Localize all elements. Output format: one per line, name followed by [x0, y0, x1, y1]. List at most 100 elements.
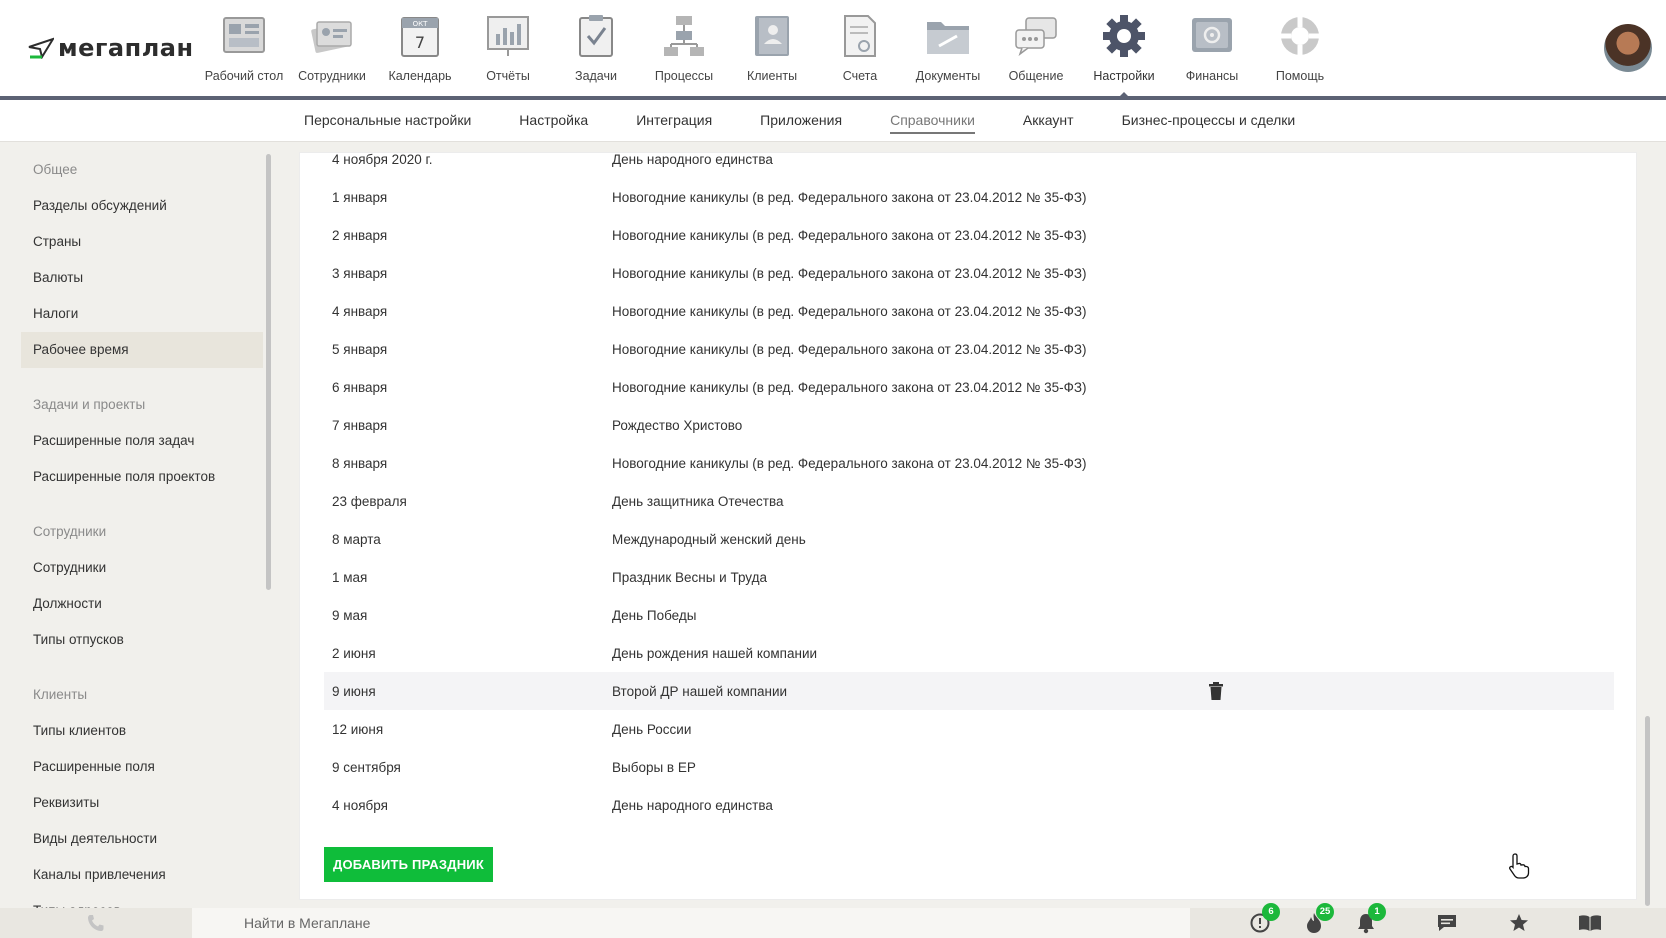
sidebar-item-address-types[interactable]: Типы адресов	[0, 893, 272, 908]
nav-settings[interactable]: Настройки	[1080, 12, 1168, 98]
top-bar: мегаплан Рабочий стол Сотрудники ОКТ 7 Ка…	[0, 0, 1666, 98]
holiday-row[interactable]: 23 февраля День защитника Отечества	[324, 482, 1614, 520]
holiday-row[interactable]: 4 января Новогодние каникулы (в ред. Феде…	[324, 292, 1614, 330]
nav-reports[interactable]: Отчёты	[464, 12, 552, 83]
nav-label: Отчёты	[486, 69, 530, 83]
trash-icon[interactable]	[1207, 681, 1225, 701]
messages-button[interactable]	[1435, 912, 1459, 934]
holiday-name: Выборы в ЕР	[612, 759, 696, 775]
sidebar-item-currencies[interactable]: Валюты	[0, 260, 272, 296]
sidebar-item-requisites[interactable]: Реквизиты	[0, 785, 272, 821]
holiday-row[interactable]: 8 марта Международный женский день	[324, 520, 1614, 558]
alerts-button[interactable]: 6	[1248, 903, 1280, 934]
phone-button[interactable]	[0, 908, 192, 938]
logo-plane-icon	[28, 37, 54, 59]
holiday-row[interactable]: 8 января Новогодние каникулы (в ред. Феде…	[324, 444, 1614, 482]
user-avatar[interactable]	[1604, 24, 1652, 72]
holiday-row[interactable]: 7 января Рождество Христово	[324, 406, 1614, 444]
desktop-icon	[220, 12, 268, 60]
sidebar-item-working-time[interactable]: Рабочее время	[21, 332, 263, 368]
nav-calendar[interactable]: ОКТ 7 Календарь	[376, 12, 464, 83]
sidebar-item-employees[interactable]: Сотрудники	[0, 550, 272, 586]
holiday-row[interactable]: 12 июня День России	[324, 710, 1614, 748]
nav-finance[interactable]: Финансы	[1168, 12, 1256, 83]
calendar-icon: ОКТ 7	[396, 12, 444, 60]
holiday-name: День рождения нашей компании	[612, 645, 818, 661]
notifications-count-badge: 1	[1368, 903, 1386, 921]
holiday-row[interactable]: 9 мая День Победы	[324, 596, 1614, 634]
holiday-row[interactable]: 2 июня День рождения нашей компании	[324, 634, 1614, 672]
subnav-account[interactable]: Аккаунт	[1023, 112, 1074, 134]
reports-icon	[484, 12, 532, 60]
nav-employees[interactable]: Сотрудники	[288, 12, 376, 83]
holiday-row[interactable]: 6 января Новогодние каникулы (в ред. Феде…	[324, 368, 1614, 406]
subnav-business-processes[interactable]: Бизнес-процессы и сделки	[1122, 112, 1296, 134]
holiday-row[interactable]: 3 января Новогодние каникулы (в ред. Феде…	[324, 254, 1614, 292]
sidebar-item-acquisition-channels[interactable]: Каналы привлечения	[0, 857, 272, 893]
holiday-row[interactable]: 9 июня Второй ДР нашей компании	[324, 672, 1614, 710]
nav-tasks[interactable]: Задачи	[552, 12, 640, 83]
holiday-row[interactable]: 1 января Новогодние каникулы (в ред. Феде…	[324, 178, 1614, 216]
nav-label: Общение	[1008, 69, 1064, 83]
holiday-name: Международный женский день	[612, 531, 806, 547]
sidebar-item-task-fields[interactable]: Расширенные поля задач	[0, 423, 272, 459]
clients-icon	[748, 12, 796, 60]
sidebar-scrollbar[interactable]	[266, 154, 271, 590]
global-search-input[interactable]: Найти в Мегаплане	[192, 908, 1190, 938]
sidebar-item-discussion-sections[interactable]: Разделы обсуждений	[0, 188, 272, 224]
calendar-day: 7	[415, 33, 425, 52]
holiday-name: Новогодние каникулы (в ред. Федерального…	[612, 189, 1087, 205]
subnav-apps[interactable]: Приложения	[760, 112, 842, 134]
nav-desktop[interactable]: Рабочий стол	[200, 12, 288, 83]
holiday-row[interactable]: 1 мая Праздник Весны и Труда	[324, 558, 1614, 596]
nav-help[interactable]: Помощь	[1256, 12, 1344, 83]
tasks-icon	[572, 12, 620, 60]
holiday-name: День России	[612, 721, 692, 737]
nav-chat[interactable]: Общение	[992, 12, 1080, 83]
nav-processes[interactable]: Процессы	[640, 12, 728, 83]
sidebar-item-positions[interactable]: Должности	[0, 586, 272, 622]
sidebar-item-project-fields[interactable]: Расширенные поля проектов	[0, 459, 272, 495]
notifications-button[interactable]: 1	[1354, 903, 1386, 934]
holiday-date: 8 марта	[332, 531, 381, 547]
holiday-row[interactable]: 9 сентября Выборы в ЕР	[324, 748, 1614, 786]
subnav-directories[interactable]: Справочники	[890, 112, 975, 134]
nav-label: Клиенты	[746, 69, 798, 83]
nav-clients[interactable]: Клиенты	[728, 12, 816, 83]
hot-button[interactable]: 25	[1302, 903, 1334, 934]
sidebar-item-activity-types[interactable]: Виды деятельности	[0, 821, 272, 857]
help-book-button[interactable]	[1578, 912, 1602, 934]
subnav-personal-settings[interactable]: Персональные настройки	[304, 112, 471, 134]
sidebar-item-extended-fields[interactable]: Расширенные поля	[0, 749, 272, 785]
bottom-bar: Найти в Мегаплане 6 25 1	[0, 903, 1666, 938]
sidebar-item-taxes[interactable]: Налоги	[0, 296, 272, 332]
subnav-integration[interactable]: Интеграция	[636, 112, 712, 134]
holiday-row[interactable]: 5 января Новогодние каникулы (в ред. Феде…	[324, 330, 1614, 368]
sidebar-item-countries[interactable]: Страны	[0, 224, 272, 260]
gear-icon	[1100, 12, 1148, 60]
favorites-button[interactable]	[1507, 912, 1531, 934]
holiday-row[interactable]: 4 ноября 2020 г. День народного единства	[324, 153, 1614, 178]
add-holiday-button[interactable]: ДОБАВИТЬ ПРАЗДНИК	[324, 847, 493, 882]
sidebar-item-vacation-types[interactable]: Типы отпусков	[0, 622, 272, 658]
holiday-row[interactable]: 2 января Новогодние каникулы (в ред. Феде…	[324, 216, 1614, 254]
logo[interactable]: мегаплан	[28, 34, 194, 62]
nav-documents[interactable]: Документы	[904, 12, 992, 83]
nav-invoices[interactable]: Счета	[816, 12, 904, 83]
nav-label: Календарь	[388, 69, 452, 83]
documents-icon	[924, 12, 972, 60]
main-scrollbar[interactable]	[1645, 716, 1650, 906]
nav-label: Настройки	[1093, 69, 1155, 83]
holiday-name: День Победы	[612, 607, 697, 623]
processes-icon	[660, 12, 708, 60]
holiday-date: 6 января	[332, 379, 388, 395]
directories-sidebar: Общее Разделы обсуждений Страны Валюты Н…	[0, 142, 272, 908]
holiday-name: День защитника Отечества	[612, 493, 784, 509]
subnav-setup[interactable]: Настройка	[519, 112, 588, 134]
sidebar-group-title: Общее	[33, 162, 78, 177]
nav-label: Задачи	[575, 69, 617, 83]
holiday-row[interactable]: 4 ноября День народного единства	[324, 786, 1614, 824]
sidebar-item-client-types[interactable]: Типы клиентов	[0, 713, 272, 749]
pointer-cursor-icon	[1509, 853, 1530, 879]
phone-icon	[88, 915, 104, 931]
